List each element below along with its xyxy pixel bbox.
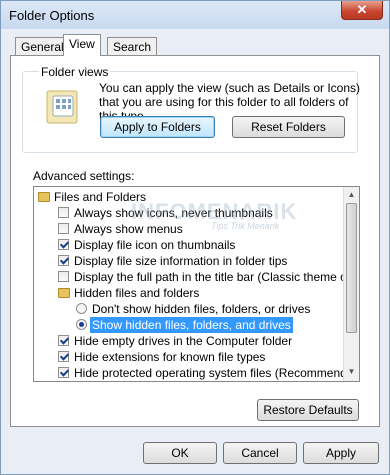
checkbox[interactable] xyxy=(58,271,69,282)
apply-button[interactable]: Apply xyxy=(303,442,379,464)
list-item-label: Hide extensions for known file types xyxy=(74,350,266,364)
folder-views-legend: Folder views xyxy=(39,65,111,79)
list-item-label: Hidden files and folders xyxy=(74,286,200,300)
checkbox[interactable] xyxy=(58,239,69,250)
window-title: Folder Options xyxy=(9,8,95,23)
radio-button[interactable] xyxy=(76,303,87,314)
title-bar[interactable]: Folder Options ✕ xyxy=(1,1,389,29)
checkbox[interactable] xyxy=(58,255,69,266)
radio-button[interactable] xyxy=(76,319,87,330)
ok-button[interactable]: OK xyxy=(143,442,217,464)
list-item-label: Hide empty drives in the Computer folder xyxy=(74,334,293,348)
list-item-label: Show hidden files, folders, and drives xyxy=(90,317,293,333)
close-button[interactable]: ✕ xyxy=(341,1,383,20)
checkbox[interactable] xyxy=(58,367,69,378)
cancel-button[interactable]: Cancel xyxy=(223,442,297,464)
checkbox[interactable] xyxy=(58,335,69,346)
advanced-settings-label: Advanced settings: xyxy=(33,169,135,183)
list-item-label: Don't show hidden files, folders, or dri… xyxy=(92,302,311,316)
scrollbar-thumb[interactable] xyxy=(346,203,357,333)
checkbox[interactable] xyxy=(58,207,69,218)
close-icon: ✕ xyxy=(356,2,368,17)
scroll-up-icon[interactable]: ▲ xyxy=(346,188,357,202)
list-item-label: Display the full path in the title bar (… xyxy=(74,270,360,284)
tab-view[interactable]: View xyxy=(63,34,101,56)
list-item-label: Display file icon on thumbnails xyxy=(74,238,236,252)
checkbox[interactable] xyxy=(58,223,69,234)
scroll-down-icon[interactable]: ▼ xyxy=(346,365,357,379)
tab-search[interactable]: Search xyxy=(107,37,158,55)
reset-folders-button[interactable]: Reset Folders xyxy=(232,116,345,138)
folder-icon xyxy=(58,288,70,298)
vertical-scrollbar[interactable]: ▲ ▼ xyxy=(343,187,359,381)
list-item-label: Display file size information in folder … xyxy=(74,254,288,268)
tab-general[interactable]: General xyxy=(15,37,70,55)
folder-icon xyxy=(38,192,50,202)
list-item-label: Hide protected operating system files (R… xyxy=(74,366,360,380)
watermark-subtext: Tips Trik Menarik xyxy=(211,221,280,231)
apply-to-folders-button[interactable]: Apply to Folders xyxy=(100,116,215,138)
checkbox[interactable] xyxy=(58,351,69,362)
folder-options-window: Folder Options ✕ General View Search Fol… xyxy=(0,0,390,475)
restore-defaults-button[interactable]: Restore Defaults xyxy=(257,399,359,421)
folder-view-icon xyxy=(46,90,78,124)
